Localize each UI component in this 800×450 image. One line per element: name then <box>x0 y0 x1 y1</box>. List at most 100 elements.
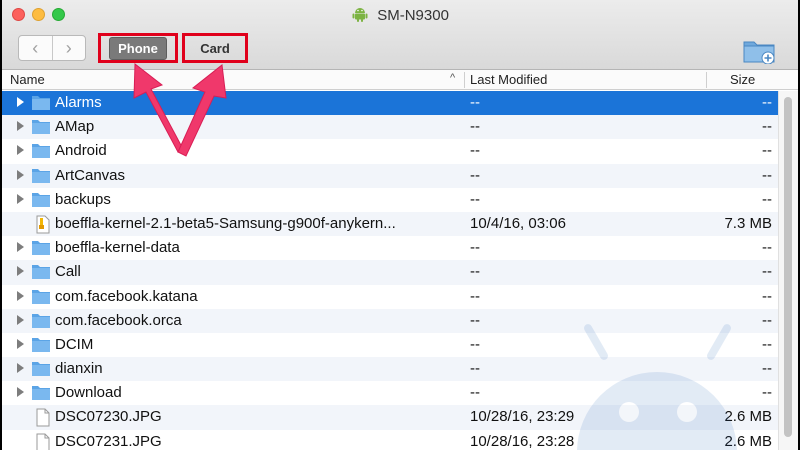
file-size: -- <box>762 118 772 136</box>
file-name: ArtCanvas <box>55 166 126 184</box>
file-row[interactable]: backups -- -- <box>2 188 778 212</box>
size-column-header[interactable]: Size <box>730 72 755 87</box>
column-header: Name ^ Last Modified Size <box>2 70 798 90</box>
new-folder-icon[interactable] <box>742 36 776 65</box>
file-name: DSC07230.JPG <box>55 408 162 426</box>
file-name: boeffla-kernel-2.1-beta5-Samsung-g900f-a… <box>55 214 396 232</box>
file-modified: 10/28/16, 23:28 <box>470 432 575 450</box>
window-title: SM-N9300 <box>2 5 798 27</box>
file-row[interactable]: boeffla-kernel-2.1-beta5-Samsung-g900f-a… <box>2 211 778 238</box>
file-row[interactable]: Download -- -- <box>2 381 778 405</box>
disclosure-triangle-icon[interactable] <box>17 169 24 180</box>
file-modified: -- <box>470 335 480 353</box>
file-row[interactable]: AMap -- -- <box>2 115 778 140</box>
disclosure-triangle-icon[interactable] <box>17 97 24 107</box>
file-name: DSC07231.JPG <box>55 432 162 450</box>
file-modified: -- <box>470 287 480 305</box>
file-row[interactable]: Alarms -- -- <box>2 91 778 116</box>
folder-icon <box>31 312 51 333</box>
forward-button[interactable]: › <box>53 36 86 60</box>
file-modified: -- <box>470 94 480 111</box>
file-row[interactable]: ArtCanvas -- -- <box>2 163 778 188</box>
file-size: -- <box>762 142 772 160</box>
file-size: -- <box>762 287 772 305</box>
file-row[interactable]: DSC07231.JPG 10/28/16, 23:28 2.6 MB <box>2 430 778 450</box>
folder-icon <box>31 142 51 163</box>
column-divider[interactable] <box>706 72 707 88</box>
file-size: 7.3 MB <box>724 214 772 232</box>
disclosure-triangle-icon[interactable] <box>17 387 24 398</box>
file-name: Download <box>55 384 122 402</box>
file-name: Android <box>55 142 107 160</box>
file-name: dianxin <box>55 360 103 378</box>
folder-icon <box>31 288 51 309</box>
disclosure-triangle-icon[interactable] <box>17 266 24 277</box>
sort-ascending-icon: ^ <box>450 72 456 84</box>
disclosure-triangle-icon[interactable] <box>17 193 24 204</box>
file-row[interactable]: DCIM -- -- <box>2 333 778 357</box>
folder-icon <box>31 384 51 405</box>
file-size: -- <box>762 190 772 208</box>
file-name: com.facebook.katana <box>55 287 198 305</box>
file-modified: -- <box>470 239 480 257</box>
phone-storage-highlight: Phone <box>98 33 178 63</box>
file-size: 2.6 MB <box>724 408 772 426</box>
file-row[interactable]: DSC07230.JPG 10/28/16, 23:29 2.6 MB <box>2 405 778 431</box>
file-modified: -- <box>470 190 480 208</box>
file-modified: -- <box>470 142 480 160</box>
folder-icon <box>31 263 51 284</box>
scrollbar-thumb[interactable] <box>784 97 792 437</box>
column-divider[interactable] <box>464 72 465 88</box>
card-storage-button[interactable]: Card <box>192 38 238 59</box>
file-modified: -- <box>470 166 480 184</box>
file-name: backups <box>55 190 111 208</box>
folder-icon <box>31 360 51 381</box>
vertical-scrollbar[interactable] <box>778 91 798 450</box>
disclosure-triangle-icon[interactable] <box>17 363 24 374</box>
folder-icon <box>31 336 51 357</box>
file-size: -- <box>762 166 772 184</box>
titlebar: SM-N9300 ‹ › Phone Card <box>2 0 798 70</box>
disclosure-triangle-icon[interactable] <box>17 290 24 301</box>
file-row[interactable]: boeffla-kernel-data -- -- <box>2 236 778 260</box>
disclosure-triangle-icon[interactable] <box>17 314 24 325</box>
name-column-header[interactable]: Name <box>10 72 45 87</box>
file-name: com.facebook.orca <box>55 311 182 329</box>
file-modified: -- <box>470 311 480 329</box>
history-nav: ‹ › <box>18 35 86 61</box>
file-modified: -- <box>470 360 480 378</box>
file-size: -- <box>762 335 772 353</box>
file-icon <box>35 433 51 450</box>
file-row[interactable]: dianxin -- -- <box>2 357 778 382</box>
disclosure-triangle-icon[interactable] <box>17 338 24 349</box>
last-modified-column-header[interactable]: Last Modified <box>470 72 547 87</box>
file-icon <box>35 408 51 431</box>
file-modified: -- <box>470 263 480 281</box>
file-modified: -- <box>470 118 480 136</box>
file-row[interactable]: com.facebook.katana -- -- <box>2 285 778 309</box>
file-row[interactable]: Android -- -- <box>2 139 778 163</box>
window-title-text: SM-N9300 <box>377 6 449 24</box>
back-button[interactable]: ‹ <box>19 36 53 60</box>
disclosure-triangle-icon[interactable] <box>17 145 24 156</box>
zip-file-icon <box>35 215 51 238</box>
file-list: Alarms -- -- AMap -- -- Android -- -- ArtCanvas --… <box>2 91 778 450</box>
file-name: Alarms <box>55 94 102 111</box>
disclosure-triangle-icon[interactable] <box>17 242 24 253</box>
folder-icon <box>31 118 51 139</box>
file-size: -- <box>762 263 772 281</box>
file-name: boeffla-kernel-data <box>55 239 180 257</box>
phone-storage-button[interactable]: Phone <box>109 36 167 60</box>
file-modified: 10/4/16, 03:06 <box>470 214 566 232</box>
file-size: 2.6 MB <box>724 432 772 450</box>
folder-icon <box>31 167 51 188</box>
file-row[interactable]: com.facebook.orca -- -- <box>2 308 778 333</box>
file-transfer-window: SM-N9300 ‹ › Phone Card Name ^ Last Modi… <box>2 0 798 450</box>
file-size: -- <box>762 384 772 402</box>
file-size: -- <box>762 311 772 329</box>
file-name: Call <box>55 263 81 281</box>
disclosure-triangle-icon[interactable] <box>17 121 24 132</box>
file-modified: 10/28/16, 23:29 <box>470 408 575 426</box>
file-name: AMap <box>55 118 95 136</box>
file-row[interactable]: Call -- -- <box>2 260 778 285</box>
